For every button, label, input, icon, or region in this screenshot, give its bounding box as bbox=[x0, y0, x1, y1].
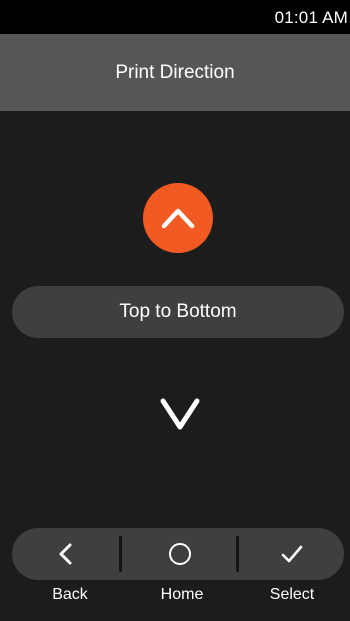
chevron-left-icon bbox=[59, 543, 72, 565]
chevron-down-icon bbox=[160, 398, 200, 430]
home-label: Home bbox=[160, 586, 204, 603]
nav-bar bbox=[12, 528, 344, 580]
page-title: Print Direction bbox=[115, 62, 235, 83]
select-button[interactable] bbox=[239, 528, 344, 580]
scroll-up-button[interactable] bbox=[143, 183, 213, 253]
main-panel: Top to Bottom Back Home Select bbox=[0, 111, 350, 621]
status-bar: 01:01 AM bbox=[0, 0, 350, 34]
circle-icon bbox=[168, 543, 191, 565]
chevron-up-icon bbox=[161, 208, 195, 229]
home-button[interactable] bbox=[122, 528, 237, 580]
back-label: Back bbox=[52, 586, 88, 603]
title-bar: Print Direction bbox=[0, 34, 350, 111]
status-time: 01:01 AM bbox=[274, 8, 348, 27]
back-button[interactable] bbox=[12, 528, 120, 580]
current-option[interactable]: Top to Bottom bbox=[12, 286, 344, 338]
check-icon bbox=[281, 545, 302, 563]
scroll-down-button[interactable] bbox=[150, 391, 210, 437]
select-label: Select bbox=[269, 586, 315, 603]
current-option-label: Top to Bottom bbox=[119, 301, 237, 322]
